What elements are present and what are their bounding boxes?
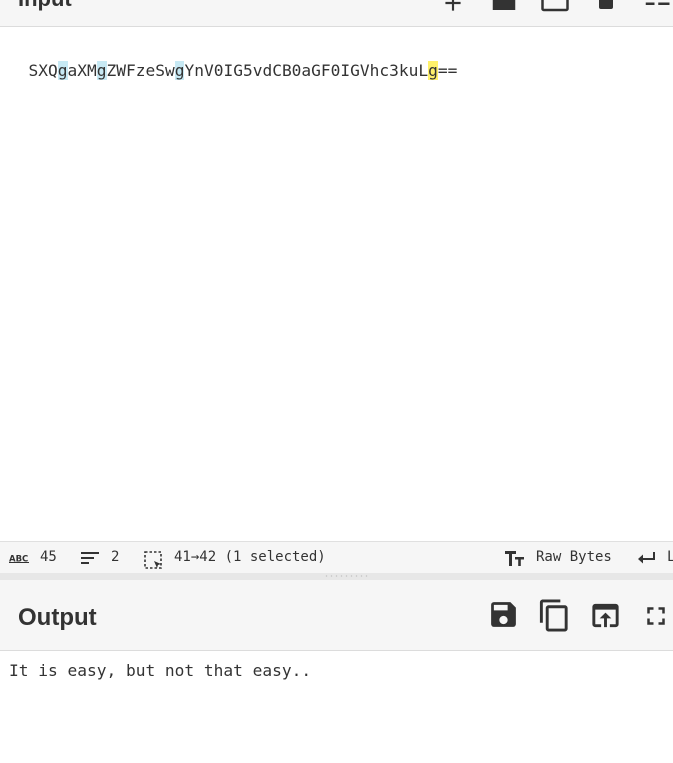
svg-text:ABC: ABC [9, 555, 28, 564]
fullscreen-icon[interactable] [641, 601, 671, 631]
input-segment: aXM [67, 61, 97, 80]
text-format-icon[interactable] [505, 550, 525, 567]
encoding-label[interactable]: Raw Bytes [536, 549, 612, 565]
abc-icon: ABC [9, 555, 29, 564]
lines-icon [81, 552, 99, 564]
output-textarea[interactable]: It is easy, but not that easy.. [9, 659, 311, 683]
add-icon[interactable] [440, 0, 466, 16]
selection-icon [144, 551, 162, 569]
replace-input-icon[interactable] [588, 598, 623, 633]
layout-icon[interactable] [640, 0, 673, 20]
input-segment: == [437, 61, 458, 80]
match-highlight: g [96, 61, 107, 80]
selection-highlight: g [428, 61, 438, 80]
output-title: Output [18, 604, 97, 631]
match-highlight: g [57, 61, 68, 80]
copy-icon[interactable] [537, 598, 572, 633]
length-value: 45 [40, 549, 57, 565]
input-panel-header: Input [0, 0, 673, 27]
input-segment: YnV0IG5vdCB0aGF0IGVhc3kuL [184, 61, 429, 80]
input-title: Input [18, 0, 72, 12]
new-tab-icon[interactable] [538, 0, 572, 20]
input-segment: ZWFzeSw [106, 61, 175, 80]
input-segment: SXQ [28, 61, 58, 80]
output-panel-header: Output [0, 580, 673, 651]
delete-icon[interactable] [594, 0, 618, 20]
eol-label[interactable]: LF [667, 549, 673, 565]
save-icon[interactable] [487, 598, 520, 631]
open-folder-icon[interactable] [488, 0, 520, 20]
panel-resize-handle[interactable] [0, 573, 673, 580]
input-textarea[interactable]: SXQgaXMgZWFzeSwgYnV0IG5vdCB0aGF0IGVhc3ku… [9, 35, 457, 83]
return-icon[interactable] [637, 551, 657, 567]
selection-value: 41→42 (1 selected) [174, 549, 326, 565]
grip-dots [324, 575, 370, 577]
lines-value: 2 [111, 549, 120, 565]
status-bar: ABC 45 2 41→42 (1 selected) Raw Bytes LF [0, 541, 673, 574]
